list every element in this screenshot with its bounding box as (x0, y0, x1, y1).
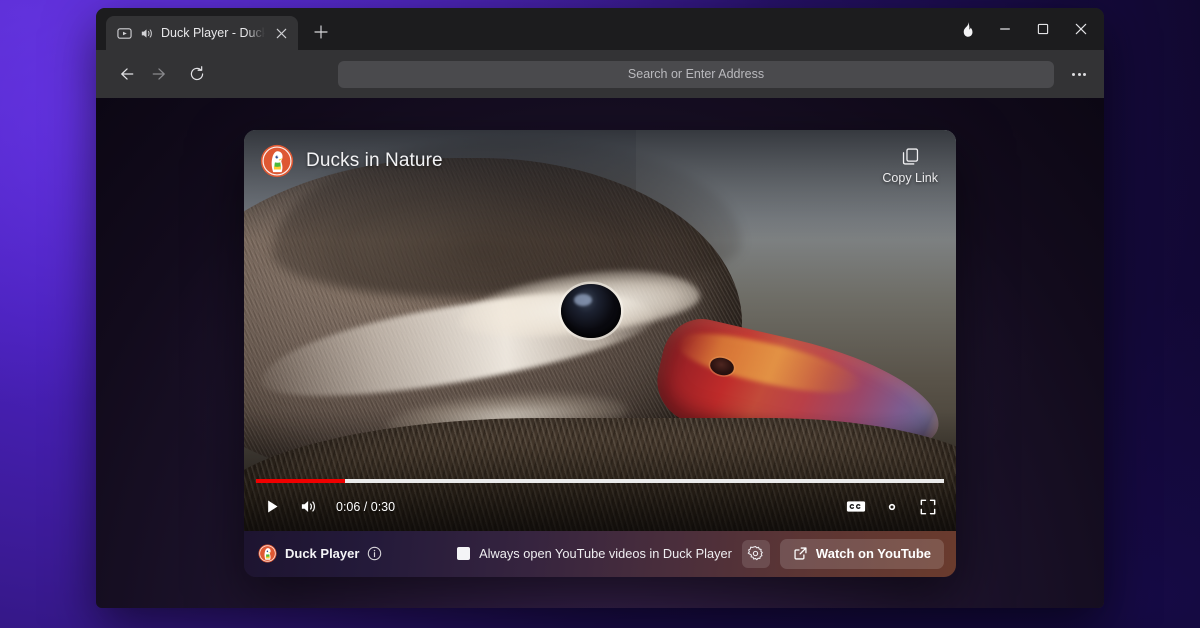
more-options-icon (1083, 73, 1086, 76)
tab-title: Duck Player - Ducks in Nature (161, 26, 265, 40)
maximize-button[interactable] (1024, 14, 1062, 44)
copy-link-button[interactable]: Copy Link (882, 144, 938, 185)
tab-duck-player[interactable]: Duck Player - Ducks in Nature (106, 16, 298, 50)
fire-icon (960, 21, 975, 38)
progress-played (256, 479, 345, 483)
window-controls (948, 14, 1100, 44)
video-controls: 0:06 / 0:30 (244, 479, 956, 531)
close-icon (1075, 23, 1087, 35)
copy-link-label: Copy Link (882, 171, 938, 185)
arrow-right-icon (152, 65, 170, 83)
browser-window: Duck Player - Ducks in Nature (96, 8, 1104, 608)
duck-player-card: Ducks in Nature Copy Link (244, 130, 956, 577)
tab-strip: Duck Player - Ducks in Nature (96, 8, 1104, 50)
more-options-icon (1078, 73, 1081, 76)
video-settings-button[interactable] (876, 492, 908, 522)
play-icon (264, 498, 281, 515)
gear-icon (747, 545, 764, 562)
maximize-icon (1037, 23, 1049, 35)
new-tab-button[interactable] (306, 17, 336, 47)
reload-icon (188, 65, 206, 83)
browser-menu-button[interactable] (1064, 59, 1094, 89)
fire-button[interactable] (948, 14, 986, 44)
minimize-button[interactable] (986, 14, 1024, 44)
volume-on-icon (299, 497, 318, 516)
arrow-left-icon (116, 65, 134, 83)
video-brand: Ducks in Nature (260, 144, 443, 178)
forward-button[interactable] (146, 59, 176, 89)
timecode: 0:06 / 0:30 (336, 500, 395, 514)
footer-actions: Always open YouTube videos in Duck Playe… (457, 539, 944, 569)
control-row: 0:06 / 0:30 (256, 489, 944, 525)
video-header: Ducks in Nature Copy Link (244, 130, 956, 185)
closed-captions-icon (846, 499, 866, 514)
page-viewport: Ducks in Nature Copy Link (96, 98, 1104, 608)
always-open-checkbox[interactable] (457, 547, 470, 560)
volume-button[interactable] (292, 492, 324, 522)
always-open-checkbox-row[interactable]: Always open YouTube videos in Duck Playe… (457, 546, 732, 561)
info-icon (367, 546, 382, 561)
captions-button[interactable] (840, 492, 872, 522)
reload-button[interactable] (182, 59, 212, 89)
speaker-playing-icon[interactable] (139, 26, 154, 41)
footer-brand: Duck Player (258, 544, 382, 563)
fullscreen-icon (919, 498, 937, 516)
more-options-icon (1072, 73, 1075, 76)
duckduckgo-logo (258, 544, 277, 563)
external-link-icon (793, 546, 808, 561)
fullscreen-button[interactable] (912, 492, 944, 522)
watch-on-youtube-label: Watch on YouTube (816, 546, 931, 561)
navigation-toolbar: Search or Enter Address (96, 50, 1104, 98)
duck-player-footer: Duck Player Always open YouTube videos i… (244, 531, 956, 577)
video-surface[interactable]: Ducks in Nature Copy Link (244, 130, 956, 531)
gear-icon (883, 498, 901, 516)
copy-icon (900, 146, 921, 167)
duck-player-settings-button[interactable] (742, 540, 770, 568)
tab-close-icon[interactable] (272, 24, 290, 42)
close-button[interactable] (1062, 14, 1100, 44)
address-bar[interactable]: Search or Enter Address (338, 61, 1054, 88)
video-title: Ducks in Nature (306, 150, 443, 172)
watch-on-youtube-button[interactable]: Watch on YouTube (780, 539, 944, 569)
always-open-label: Always open YouTube videos in Duck Playe… (479, 546, 732, 561)
footer-brand-label: Duck Player (285, 546, 359, 561)
minimize-icon (999, 23, 1011, 35)
play-button[interactable] (256, 492, 288, 522)
duckduckgo-logo (260, 144, 294, 178)
video-badge-icon (117, 26, 132, 41)
address-bar-placeholder: Search or Enter Address (628, 67, 764, 81)
back-button[interactable] (110, 59, 140, 89)
info-button[interactable] (367, 546, 382, 561)
progress-bar[interactable] (256, 479, 944, 483)
